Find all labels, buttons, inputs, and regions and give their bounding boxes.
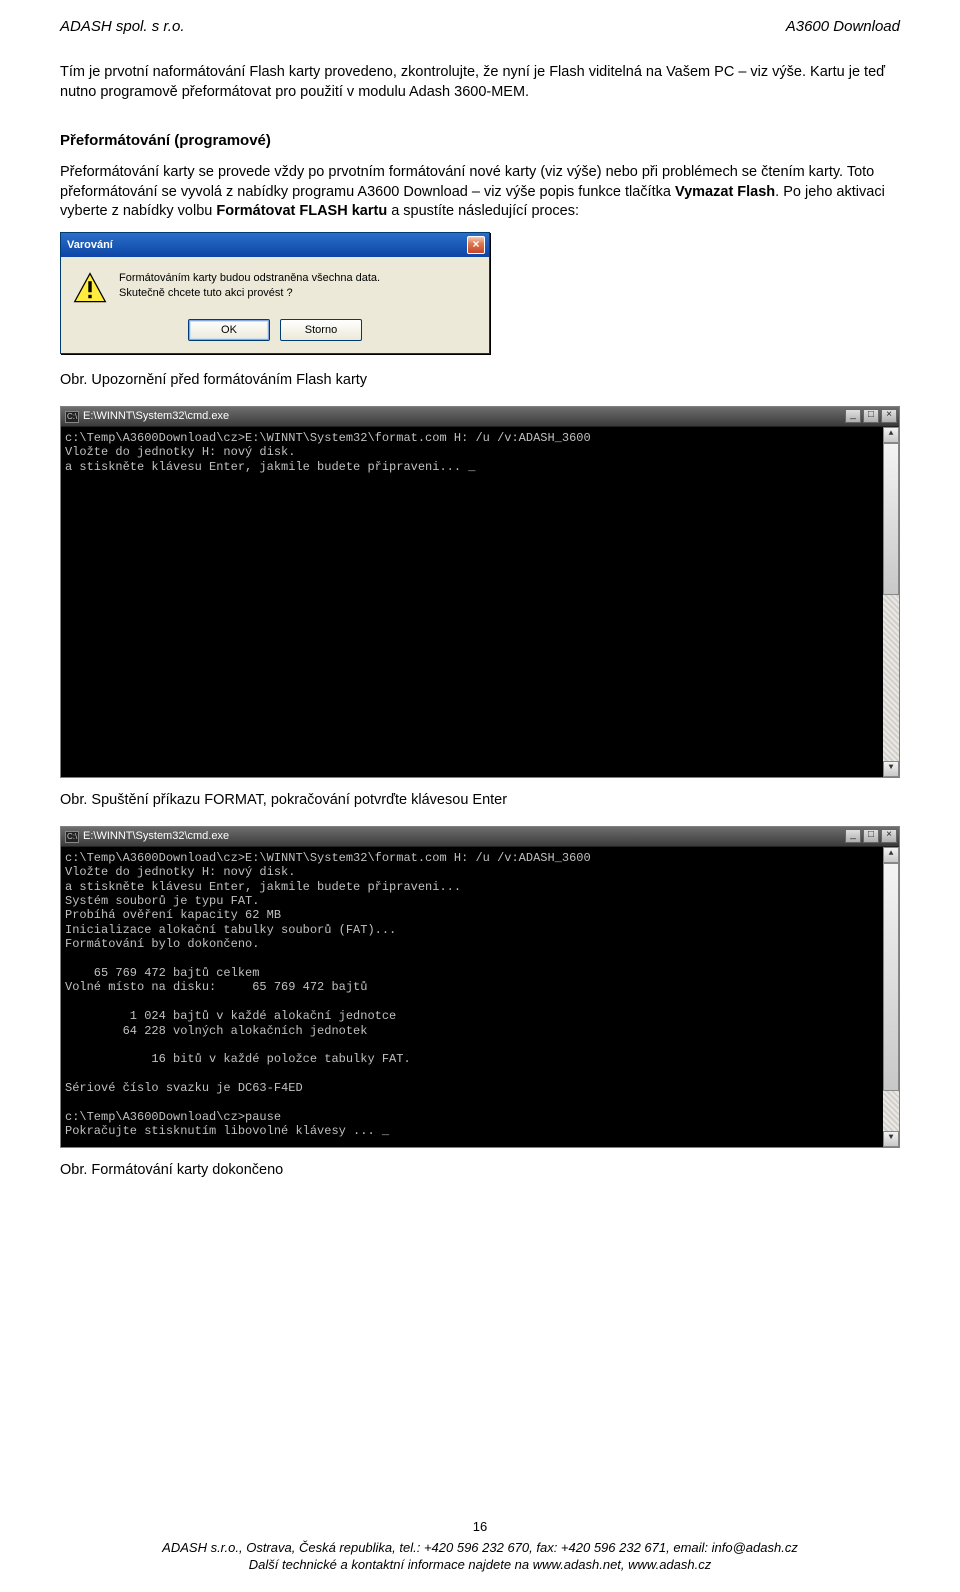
cmd-title-1: E:\WINNT\System32\cmd.exe (83, 410, 229, 422)
scrollbar[interactable]: ▲ ▼ (883, 427, 899, 777)
page-number: 16 (0, 1518, 960, 1536)
scrollbar[interactable]: ▲ ▼ (883, 847, 899, 1147)
cmd-titlebar-1[interactable]: C:\ E:\WINNT\System32\cmd.exe _ □ × (61, 407, 899, 427)
cmd-icon: C:\ (65, 831, 79, 843)
cmd-window-1: C:\ E:\WINNT\System32\cmd.exe _ □ × c:\Te… (60, 406, 900, 778)
cmd-title-2: E:\WINNT\System32\cmd.exe (83, 830, 229, 842)
warning-icon (73, 271, 107, 305)
scroll-thumb[interactable] (883, 863, 899, 1091)
doc-footer: 16 ADASH s.r.o., Ostrava, Česká republik… (0, 1518, 960, 1574)
figure-caption-1: Obr. Upozornění před formátováním Flash … (60, 372, 900, 388)
dialog-title: Varování (67, 239, 113, 251)
warning-dialog: Varování × Formátováním karty budou odst… (60, 232, 490, 354)
scroll-down-icon[interactable]: ▼ (883, 1131, 899, 1147)
maximize-icon[interactable]: □ (863, 409, 879, 423)
scroll-thumb[interactable] (883, 443, 899, 596)
minimize-icon[interactable]: _ (845, 829, 861, 843)
cmd-output-2: c:\Temp\A3600Download\cz>E:\WINNT\System… (61, 847, 883, 1147)
dialog-message: Formátováním karty budou odstraněna všec… (119, 271, 380, 302)
close-icon[interactable]: × (881, 409, 897, 423)
figure-caption-2: Obr. Spuštění příkazu FORMAT, pokračován… (60, 792, 900, 808)
cmd-output-1: c:\Temp\A3600Download\cz>E:\WINNT\System… (61, 427, 883, 777)
footer-line-1: ADASH s.r.o., Ostrava, Česká republika, … (0, 1539, 960, 1557)
cancel-button[interactable]: Storno (280, 319, 362, 341)
dialog-titlebar[interactable]: Varování × (61, 233, 489, 257)
ok-button[interactable]: OK (188, 319, 270, 341)
header-right: A3600 Download (786, 18, 900, 35)
close-icon[interactable]: × (881, 829, 897, 843)
footer-line-2: Další technické a kontaktní informace na… (0, 1556, 960, 1574)
paragraph-2: Přeformátování karty se provede vždy po … (60, 163, 900, 222)
paragraph-1: Tím je prvotní naformátování Flash karty… (60, 63, 900, 102)
cmd-icon: C:\ (65, 411, 79, 423)
scroll-track[interactable] (883, 863, 899, 1131)
figure-caption-3: Obr. Formátování karty dokončeno (60, 1162, 900, 1178)
cmd-titlebar-2[interactable]: C:\ E:\WINNT\System32\cmd.exe _ □ × (61, 827, 899, 847)
scroll-track[interactable] (883, 443, 899, 761)
cmd-window-2: C:\ E:\WINNT\System32\cmd.exe _ □ × c:\Te… (60, 826, 900, 1148)
close-icon[interactable]: × (467, 236, 485, 254)
header-left: ADASH spol. s r.o. (60, 18, 184, 35)
scroll-up-icon[interactable]: ▲ (883, 427, 899, 443)
scroll-up-icon[interactable]: ▲ (883, 847, 899, 863)
section-heading: Přeformátování (programové) (60, 132, 900, 149)
minimize-icon[interactable]: _ (845, 409, 861, 423)
doc-header: ADASH spol. s r.o. A3600 Download (60, 18, 900, 35)
maximize-icon[interactable]: □ (863, 829, 879, 843)
scroll-down-icon[interactable]: ▼ (883, 761, 899, 777)
